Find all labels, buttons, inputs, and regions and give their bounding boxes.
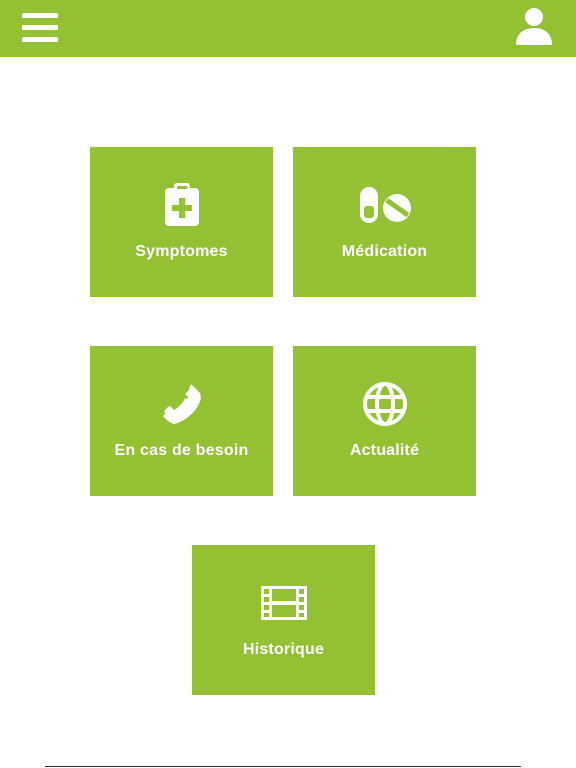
tile-medication[interactable]: Médication [293, 147, 476, 297]
tile-symptomes[interactable]: Symptomes [90, 147, 273, 297]
hamburger-menu-icon[interactable] [22, 13, 58, 43]
user-profile-icon[interactable] [514, 6, 554, 46]
tile-actualite[interactable]: Actualité [293, 346, 476, 496]
tile-label: Actualité [349, 442, 420, 459]
app-screen: Symptomes Médication En cas de besoin Ac… [0, 0, 576, 768]
clipboard-medical-icon [155, 183, 209, 227]
tile-label: En cas de besoin [114, 442, 249, 459]
tile-historique[interactable]: Historique [192, 545, 375, 695]
pills-icon [358, 183, 412, 227]
globe-icon [358, 382, 412, 426]
film-icon [257, 581, 311, 625]
phone-icon [155, 382, 209, 426]
tile-label: Historique [242, 641, 325, 658]
top-app-bar [0, 0, 576, 57]
tile-label: Médication [341, 243, 428, 260]
tile-label: Symptomes [135, 243, 228, 260]
tile-en-cas-de-besoin[interactable]: En cas de besoin [90, 346, 273, 496]
bottom-divider [45, 766, 521, 767]
